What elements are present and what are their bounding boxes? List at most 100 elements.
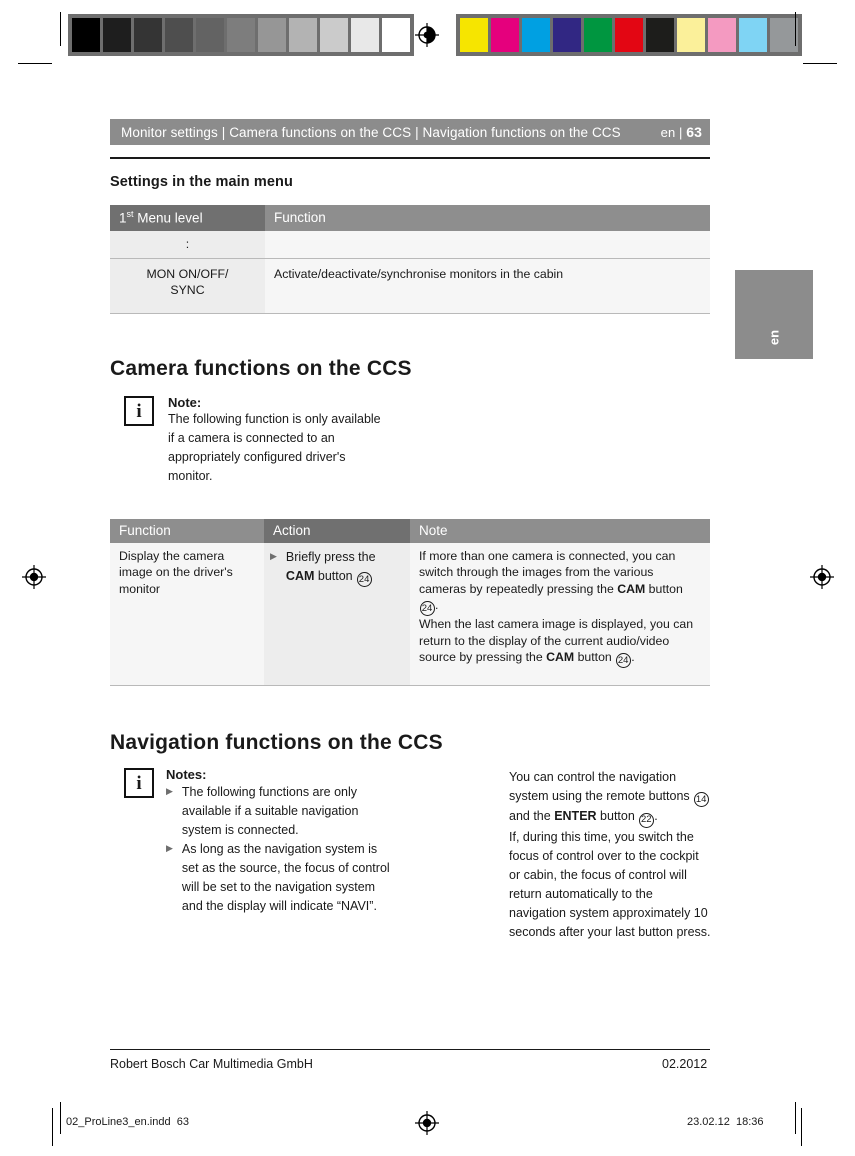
color-swatch-6 [646,18,674,52]
table-header-row: Function Action Note [110,519,710,543]
navigation-right-column: You can control the navigation system us… [509,768,711,942]
cell-menu-level: : [110,230,265,259]
note-body: The following function is only available… [168,412,381,483]
action-pre: Briefly press the [285,550,376,564]
grayscale-swatch-2 [134,18,162,52]
slug-page: 63 [176,1116,189,1128]
registration-target-icon-right [809,564,835,590]
crop-mark-bottom-right-v [795,1102,796,1134]
body-paragraph: If, during this time, you switch the foc… [509,829,711,939]
color-swatch-4 [584,18,612,52]
table-row: MON ON/OFF/ SYNC Activate/deactivate/syn… [110,257,710,314]
footer-rule [110,1049,710,1050]
info-icon: i [124,768,154,798]
bullet-triangle-icon: ▶ [270,551,277,561]
slug-time: 18:36 [735,1116,764,1128]
slug-right: 23.02.12 18:36 [687,1116,763,1128]
crop-mark-top-right [803,63,837,64]
color-swatch-10 [770,18,798,52]
p1-d: . [654,809,658,824]
grayscale-swatch-5 [227,18,255,52]
calibration-tick-left [60,14,61,46]
info-icon-glyph: i [136,400,142,422]
column-header-function: Function [110,519,264,543]
keynum-badge: 24 [419,601,435,617]
list-item: ▶ The following functions are only avail… [166,783,396,840]
navigation-heading: Navigation functions on the CCS [110,731,443,754]
table-row: Display the camera image on the driver's… [110,543,710,686]
slug-left: 02_ProLine3_en.indd 63 [66,1116,189,1128]
color-swatch-2 [522,18,550,52]
grayscale-swatch-1 [103,18,131,52]
note-title: Note: [168,395,202,410]
grayscale-swatch-10 [382,18,410,52]
color-swatch-0 [460,18,488,52]
keynum-badge: 24 [356,572,372,588]
grayscale-strip [68,14,414,56]
slug-filename: 02_ProLine3_en.indd [66,1116,171,1128]
p1-b: and the [509,809,555,824]
menu-level-sup: st [126,209,134,219]
settings-table: 1st Menu level Function : MON ON/OFF/ SY… [110,205,710,314]
cell-note: If more than one camera is connected, yo… [410,543,710,686]
grayscale-swatch-8 [320,18,348,52]
footer-company: Robert Bosch Car Multimedia GmbH [110,1057,313,1071]
cell-function [265,230,710,259]
list-item: ▶ As long as the navigation system is se… [166,840,396,916]
camera-heading: Camera functions on the CCS [110,357,412,380]
color-swatch-5 [615,18,643,52]
grayscale-swatch-6 [258,18,286,52]
cell-action: ▶ Briefly press the CAM button 24 [264,543,410,686]
column-header-note: Note [410,519,710,543]
camera-note-box: i Note: The following function is only a… [124,395,424,486]
cell-function: Display the camera image on the driver's… [110,543,264,686]
note-paragraph: When the last camera image is displayed,… [419,616,701,669]
calibration-tick-right [795,14,796,46]
p1-c: button [596,809,639,824]
breadcrumb: Monitor settings | Camera functions on t… [121,124,621,140]
note-p2-c: . [631,649,635,664]
note-p1-bold: CAM [617,581,646,596]
keynum-badge: 14 [693,792,709,808]
info-icon: i [124,396,154,426]
grayscale-swatch-3 [165,18,193,52]
slug-date: 23.02.12 [687,1116,730,1128]
slug-rule-left [52,1108,53,1146]
menu-level-rest: Menu level [133,210,203,226]
note-paragraph: If more than one camera is connected, yo… [419,548,701,617]
cell-function: Activate/deactivate/synchronise monitors… [265,257,710,314]
column-header-action: Action [264,519,410,543]
page-number: 63 [686,124,702,140]
info-icon-glyph: i [136,772,142,794]
document-page: Monitor settings | Camera functions on t… [0,0,855,1156]
registration-target-icon-left [21,564,47,590]
grayscale-swatch-0 [72,18,100,52]
note-p1-c: . [435,598,439,613]
language-side-tab: en [735,270,813,359]
folio: en | 63 [661,124,702,140]
bullet-triangle-icon: ▶ [166,786,173,796]
keynum-badge: 22 [638,812,654,828]
color-swatch-7 [677,18,705,52]
folio-language: en [660,125,676,140]
color-swatch-3 [553,18,581,52]
action-text: Briefly press the CAM button 24 [285,548,401,588]
settings-heading: Settings in the main menu [110,174,293,190]
list-item-label: The following functions are only availab… [181,785,359,837]
grayscale-swatch-9 [351,18,379,52]
navigation-notes-box: i Notes: ▶ The following functions are o… [124,767,424,916]
crop-mark-top-left [18,63,52,64]
color-swatch-1 [491,18,519,52]
keynum-badge: 24 [615,653,631,669]
table-row: : [110,230,710,259]
note-p1-b: button [645,581,683,596]
cell-menu-level: MON ON/OFF/ SYNC [110,257,265,314]
print-calibration-bar [0,14,855,56]
column-header-menu-level: 1st Menu level [110,205,265,231]
column-header-function: Function [265,205,710,231]
side-tab-label: en [766,329,782,346]
header-rule [110,157,710,159]
body-paragraph: You can control the navigation system us… [509,768,711,828]
grayscale-swatch-4 [196,18,224,52]
grayscale-swatch-7 [289,18,317,52]
